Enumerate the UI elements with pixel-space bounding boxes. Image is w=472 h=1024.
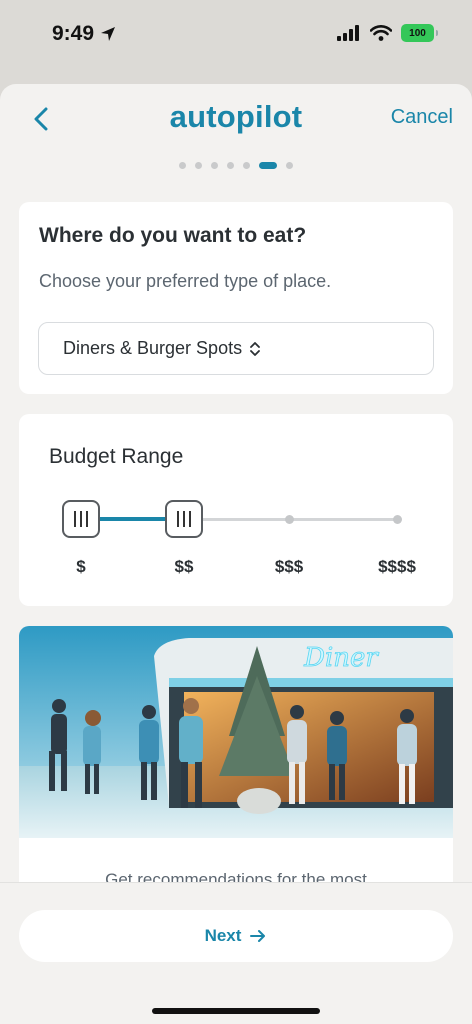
place-type-value: Diners & Burger Spots bbox=[63, 338, 243, 358]
diner-photo: Diner bbox=[19, 626, 453, 838]
location-arrow-icon bbox=[101, 27, 116, 41]
grip-line bbox=[80, 511, 82, 527]
grip-line bbox=[183, 511, 185, 527]
progress-dot-active bbox=[259, 162, 277, 169]
onboarding-sheet: autopilot Cancel Where do you want to ea… bbox=[0, 84, 472, 1024]
next-label: Next bbox=[204, 926, 242, 945]
cellular-signal-icon bbox=[337, 25, 359, 41]
progress-dot bbox=[195, 162, 202, 169]
progress-dot bbox=[286, 162, 293, 169]
progress-dot bbox=[243, 162, 250, 169]
budget-max-handle[interactable] bbox=[165, 500, 203, 538]
status-bar: 9:49 100 bbox=[0, 0, 472, 70]
progress-dot bbox=[227, 162, 234, 169]
progress-dot bbox=[211, 162, 218, 169]
place-type-card: Where do you want to eat? Choose your pr… bbox=[19, 202, 453, 394]
bottom-bar: Next bbox=[0, 882, 472, 1024]
grip-line bbox=[74, 511, 76, 527]
budget-stop[interactable] bbox=[285, 515, 294, 524]
arrow-right-icon bbox=[250, 930, 266, 942]
place-question: Where do you want to eat? bbox=[39, 224, 307, 247]
budget-label: $$$$ bbox=[378, 557, 416, 576]
place-subtitle: Choose your preferred type of place. bbox=[39, 271, 332, 291]
grip-line bbox=[177, 511, 179, 527]
battery-indicator: 100 bbox=[401, 24, 438, 42]
budget-label: $ bbox=[76, 557, 86, 576]
progress-dot bbox=[179, 162, 186, 169]
system-indicators: 100 bbox=[337, 24, 438, 42]
cancel-button[interactable]: Cancel bbox=[391, 106, 453, 129]
budget-label: $$$ bbox=[274, 557, 304, 576]
budget-min-handle[interactable] bbox=[62, 500, 100, 538]
chevron-up-down-icon bbox=[250, 341, 260, 356]
next-button[interactable]: Next bbox=[19, 910, 453, 962]
grip-line bbox=[86, 511, 88, 527]
budget-range-card: Budget Range $ $$ $$$ $$$$ bbox=[19, 414, 453, 606]
progress-dots bbox=[0, 162, 472, 169]
status-time: 9:49 bbox=[52, 22, 116, 46]
svg-text:Diner: Diner bbox=[303, 643, 379, 673]
budget-label: $$ bbox=[174, 557, 194, 576]
diner-sign: Diner bbox=[303, 643, 380, 674]
home-indicator bbox=[152, 1008, 320, 1014]
wifi-icon bbox=[370, 25, 392, 41]
grip-line bbox=[189, 511, 191, 527]
place-type-select[interactable]: Diners & Burger Spots bbox=[38, 322, 434, 375]
budget-title: Budget Range bbox=[49, 445, 184, 468]
budget-stop[interactable] bbox=[393, 515, 402, 524]
time-text: 9:49 bbox=[52, 22, 95, 45]
